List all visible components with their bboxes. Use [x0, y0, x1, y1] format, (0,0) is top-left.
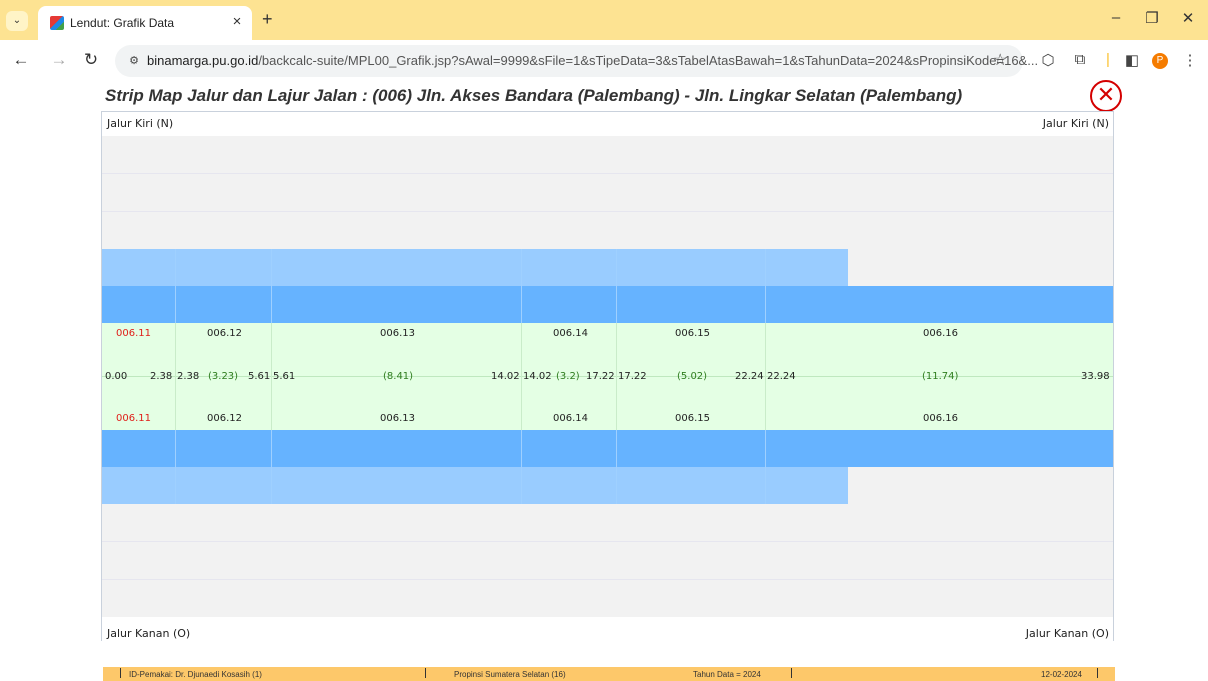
empty-lane [102, 136, 1113, 174]
restore-icon[interactable]: ❐ [1140, 9, 1164, 27]
bottom-footer-band [102, 617, 1113, 641]
extensions-puzzle-icon[interactable]: ⧉ [1070, 51, 1090, 68]
empty-lane [102, 212, 1113, 249]
footer-separator [425, 668, 426, 678]
chainage-value: 33.98 [1081, 371, 1110, 382]
segment-divider [765, 430, 766, 504]
url-domain: binamarga.pu.go.id [147, 53, 259, 68]
segment-code[interactable]: 006.14 [553, 328, 588, 339]
segment-length: (11.74) [922, 371, 959, 382]
footer-date: 12-02-2024 [1041, 670, 1082, 679]
chainage-value: 22.24 [735, 371, 764, 382]
segment-code[interactable]: 006.14 [553, 413, 588, 424]
footer-province: Propinsi Sumatera Selatan (16) [454, 670, 566, 679]
browser-toolbar: ← → ↻ ⚙ binamarga.pu.go.id/backcalc-suit… [0, 40, 1208, 82]
segment-length: (5.02) [677, 371, 708, 382]
segment-code[interactable]: 006.12 [207, 413, 242, 424]
extension-shield-icon[interactable]: ⬡ [1038, 51, 1058, 69]
close-map-button[interactable]: ✕ [1090, 80, 1122, 112]
segment-length: (3.23) [208, 371, 239, 382]
segment-divider [271, 249, 272, 323]
site-info-icon[interactable]: ⚙ [125, 52, 143, 70]
label-jalur-kanan-right: Jalur Kanan (O) [1025, 627, 1109, 640]
strip-map: Jalur Kiri (N) Jalur Kiri (N) Jalur Kana… [101, 111, 1114, 641]
url-text: binamarga.pu.go.id/backcalc-suite/MPL00_… [147, 53, 1038, 68]
profile-avatar[interactable]: P [1152, 53, 1168, 69]
site-favicon-icon [50, 16, 64, 30]
empty-lane [102, 542, 1113, 580]
side-panel-icon[interactable]: ◧ [1122, 51, 1142, 69]
lane-right-outer [102, 467, 848, 504]
segment-length: (3.2) [556, 371, 580, 382]
segment-divider [271, 430, 272, 504]
tab-close-icon[interactable]: × [228, 13, 246, 31]
footer-separator [791, 668, 792, 678]
footer-separator [120, 668, 121, 678]
minimize-icon[interactable]: – [1104, 9, 1128, 26]
segment-code[interactable]: 006.13 [380, 413, 415, 424]
label-jalur-kiri-left: Jalur Kiri (N) [107, 117, 174, 130]
url-path: /backcalc-suite/MPL00_Grafik.jsp?sAwal=9… [258, 53, 1039, 68]
segment-code[interactable]: 006.12 [207, 328, 242, 339]
lane-right-inner [102, 430, 1113, 467]
segment-divider [521, 249, 522, 323]
page-title: Strip Map Jalur dan Lajur Jalan : (006) … [105, 86, 963, 105]
chainage-value: 22.24 [767, 371, 796, 382]
chainage-value: 14.02 [523, 371, 552, 382]
top-header-band [102, 112, 1113, 136]
footer-user: ID-Pemakai: Dr. Djunaedi Kosasih (1) [129, 670, 262, 679]
active-tab[interactable]: Lendut: Grafik Data × [38, 6, 252, 40]
chainage-value: 17.22 [586, 371, 615, 382]
segment-code[interactable]: 006.16 [923, 413, 958, 424]
reload-icon[interactable]: ↻ [80, 50, 102, 70]
segment-code[interactable]: 006.13 [380, 328, 415, 339]
chainage-value: 0.00 [105, 371, 128, 382]
segment-code[interactable]: 006.16 [923, 328, 958, 339]
chainage-value: 2.38 [150, 371, 173, 382]
footer-year: Tahun Data = 2024 [693, 670, 761, 679]
forward-icon[interactable]: → [48, 50, 70, 70]
chainage-value: 2.38 [177, 371, 200, 382]
segment-divider [765, 323, 766, 430]
empty-lane [102, 504, 1113, 542]
segment-code[interactable]: 006.11 [116, 413, 151, 424]
chainage-value: 5.61 [248, 371, 271, 382]
segment-code[interactable]: 006.11 [116, 328, 151, 339]
status-footer: ID-Pemakai: Dr. Djunaedi Kosasih (1) Pro… [103, 667, 1115, 681]
empty-lane [102, 174, 1113, 212]
segment-divider [616, 249, 617, 323]
segment-code[interactable]: 006.15 [675, 413, 710, 424]
segment-divider [175, 249, 176, 323]
footer-separator [1097, 668, 1098, 678]
toolbar-divider: | [1106, 51, 1110, 68]
segment-code[interactable]: 006.15 [675, 328, 710, 339]
menu-kebab-icon[interactable]: ⋮ [1180, 51, 1200, 69]
chainage-value: 14.02 [491, 371, 520, 382]
label-jalur-kiri-right: Jalur Kiri (N) [1042, 117, 1109, 130]
label-jalur-kanan-left: Jalur Kanan (O) [107, 627, 191, 640]
address-bar[interactable]: ⚙ binamarga.pu.go.id/backcalc-suite/MPL0… [115, 45, 1038, 77]
segment-divider [521, 323, 522, 430]
back-icon[interactable]: ← [10, 50, 32, 70]
tab-search-dropdown-icon[interactable]: ⌄ [6, 11, 28, 31]
browser-tab-bar: ⌄ Lendut: Grafik Data × + – ❐ ✕ [0, 0, 1208, 40]
lane-left-outer [102, 249, 848, 286]
empty-lane [102, 580, 1113, 617]
chainage-value: 17.22 [618, 371, 647, 382]
window-close-icon[interactable]: ✕ [1176, 9, 1200, 27]
bookmark-star-icon[interactable]: ☆ [993, 50, 1007, 70]
segment-divider [616, 323, 617, 430]
segment-divider [521, 430, 522, 504]
segment-divider [616, 430, 617, 504]
chainage-value: 5.61 [273, 371, 296, 382]
new-tab-icon[interactable]: + [262, 9, 273, 30]
tab-title: Lendut: Grafik Data [70, 16, 175, 30]
segment-length: (8.41) [383, 371, 414, 382]
segment-divider [765, 249, 766, 323]
segment-divider [175, 323, 176, 430]
segment-divider [271, 323, 272, 430]
segment-divider [175, 430, 176, 504]
lane-left-inner [102, 286, 1113, 323]
